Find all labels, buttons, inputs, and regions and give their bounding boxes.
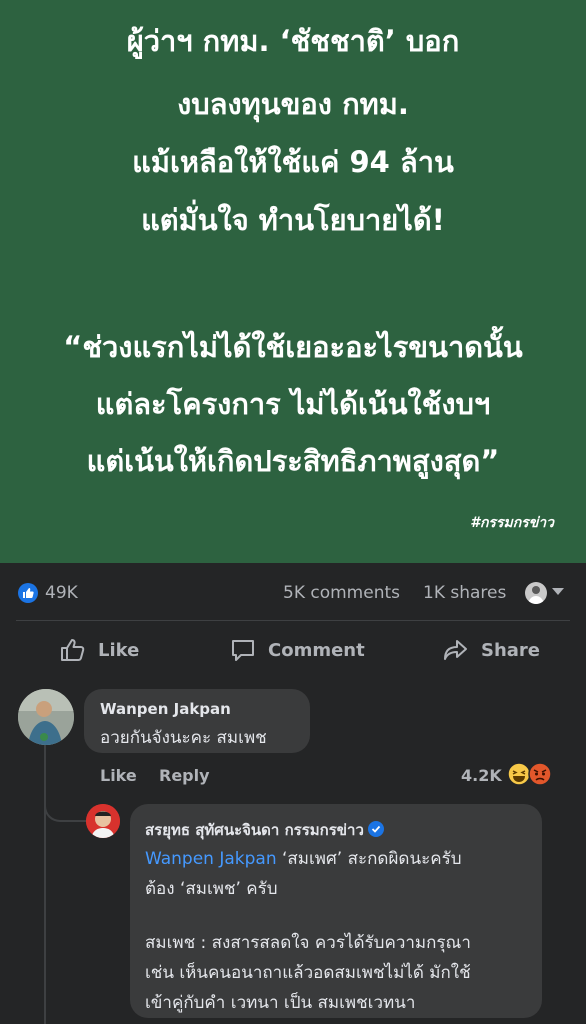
like-button[interactable]: Like [60, 621, 139, 679]
chevron-down-icon[interactable] [552, 588, 564, 595]
quote-line-2: แต่ละโครงการ ไม่ได้เน้นใช้งบฯ [95, 387, 491, 421]
like-reaction-icon[interactable] [18, 583, 38, 603]
comment-like-button[interactable]: Like [100, 766, 137, 785]
headline-line-1: ผู้ว่าฯ กทม. ‘ชัชชาติ’ บอก [126, 24, 460, 58]
comment-button-label: Comment [268, 639, 365, 661]
reply-author[interactable]: สรยุทธ สุทัศนะจินดา กรรมกรข่าว [145, 818, 384, 842]
post-actions: Like Comment Share [0, 621, 586, 679]
reply-connector [44, 770, 86, 822]
comment-bubble: Wanpen Jakpan อวยกันจังนะคะ สมเพช [84, 689, 310, 753]
replier-avatar[interactable] [86, 804, 120, 838]
comment-icon [232, 640, 254, 661]
verified-badge-icon [367, 821, 384, 837]
headline-line-4: แต่มั่นใจ ทำนโยบายได้! [141, 203, 445, 237]
shares-count[interactable]: 1K shares [423, 583, 506, 603]
hashtag: #กรรมกรข่าว [470, 515, 554, 531]
share-icon [444, 640, 467, 660]
headline-line-2: งบลงทุนของ กทม. [177, 87, 409, 121]
share-button[interactable]: Share [443, 621, 540, 679]
reply-line-5: เข้าคู่กับคำ เวทนา เป็น สมเพชเวทนา [145, 993, 416, 1013]
like-button-label: Like [98, 639, 140, 661]
reply-line-3: สมเพช : สงสารสลดใจ ควรได้รับความกรุณา [145, 933, 471, 953]
reply-line-1-text: ‘สมเพศ’ สะกดผิดนะครับ [276, 849, 462, 869]
quote-line-3: แต่เน้นให้เกิดประสิทธิภาพสูงสุด” [86, 444, 500, 478]
angry-emoji-icon[interactable] [528, 762, 552, 786]
comment-author[interactable]: Wanpen Jakpan [100, 700, 231, 718]
reaction-count[interactable]: 4.2K [461, 766, 502, 785]
reply-line-2: ต้อง ‘สมเพช’ ครับ [145, 879, 278, 899]
viewer-avatar[interactable] [525, 582, 547, 604]
reply-author-name: สรยุทธ สุทัศนะจินดา กรรมกรข่าว [145, 821, 364, 839]
post-stats: 49K 5K comments 1K shares [0, 563, 586, 621]
comment-reply-button[interactable]: Reply [159, 766, 210, 785]
thumbs-up-icon [61, 639, 85, 661]
share-button-label: Share [481, 639, 541, 661]
headline-line-3: แม้เหลือให้ใช้แค่ 94 ล้าน [132, 145, 454, 179]
reply-line-4: เช่น เห็นคนอนาถาแล้วอดสมเพชไม่ได้ มักใช้ [145, 963, 471, 983]
commenter-avatar[interactable] [18, 689, 74, 745]
reply-line-1: Wanpen Jakpan ‘สมเพศ’ สะกดผิดนะครับ [145, 845, 462, 872]
comments-count[interactable]: 5K comments [283, 583, 400, 603]
news-banner: ผู้ว่าฯ กทม. ‘ชัชชาติ’ บอก งบลงทุนของ กท… [0, 0, 586, 563]
comment-button[interactable]: Comment [230, 621, 365, 679]
like-count[interactable]: 49K [45, 583, 78, 603]
comment-text: อวยกันจังนะคะ สมเพช [100, 728, 267, 748]
reply-mention-link[interactable]: Wanpen Jakpan [145, 849, 277, 869]
quote-line-1: “ช่วงแรกไม่ได้ใช้เยอะอะไรขนาดนั้น [63, 330, 523, 364]
